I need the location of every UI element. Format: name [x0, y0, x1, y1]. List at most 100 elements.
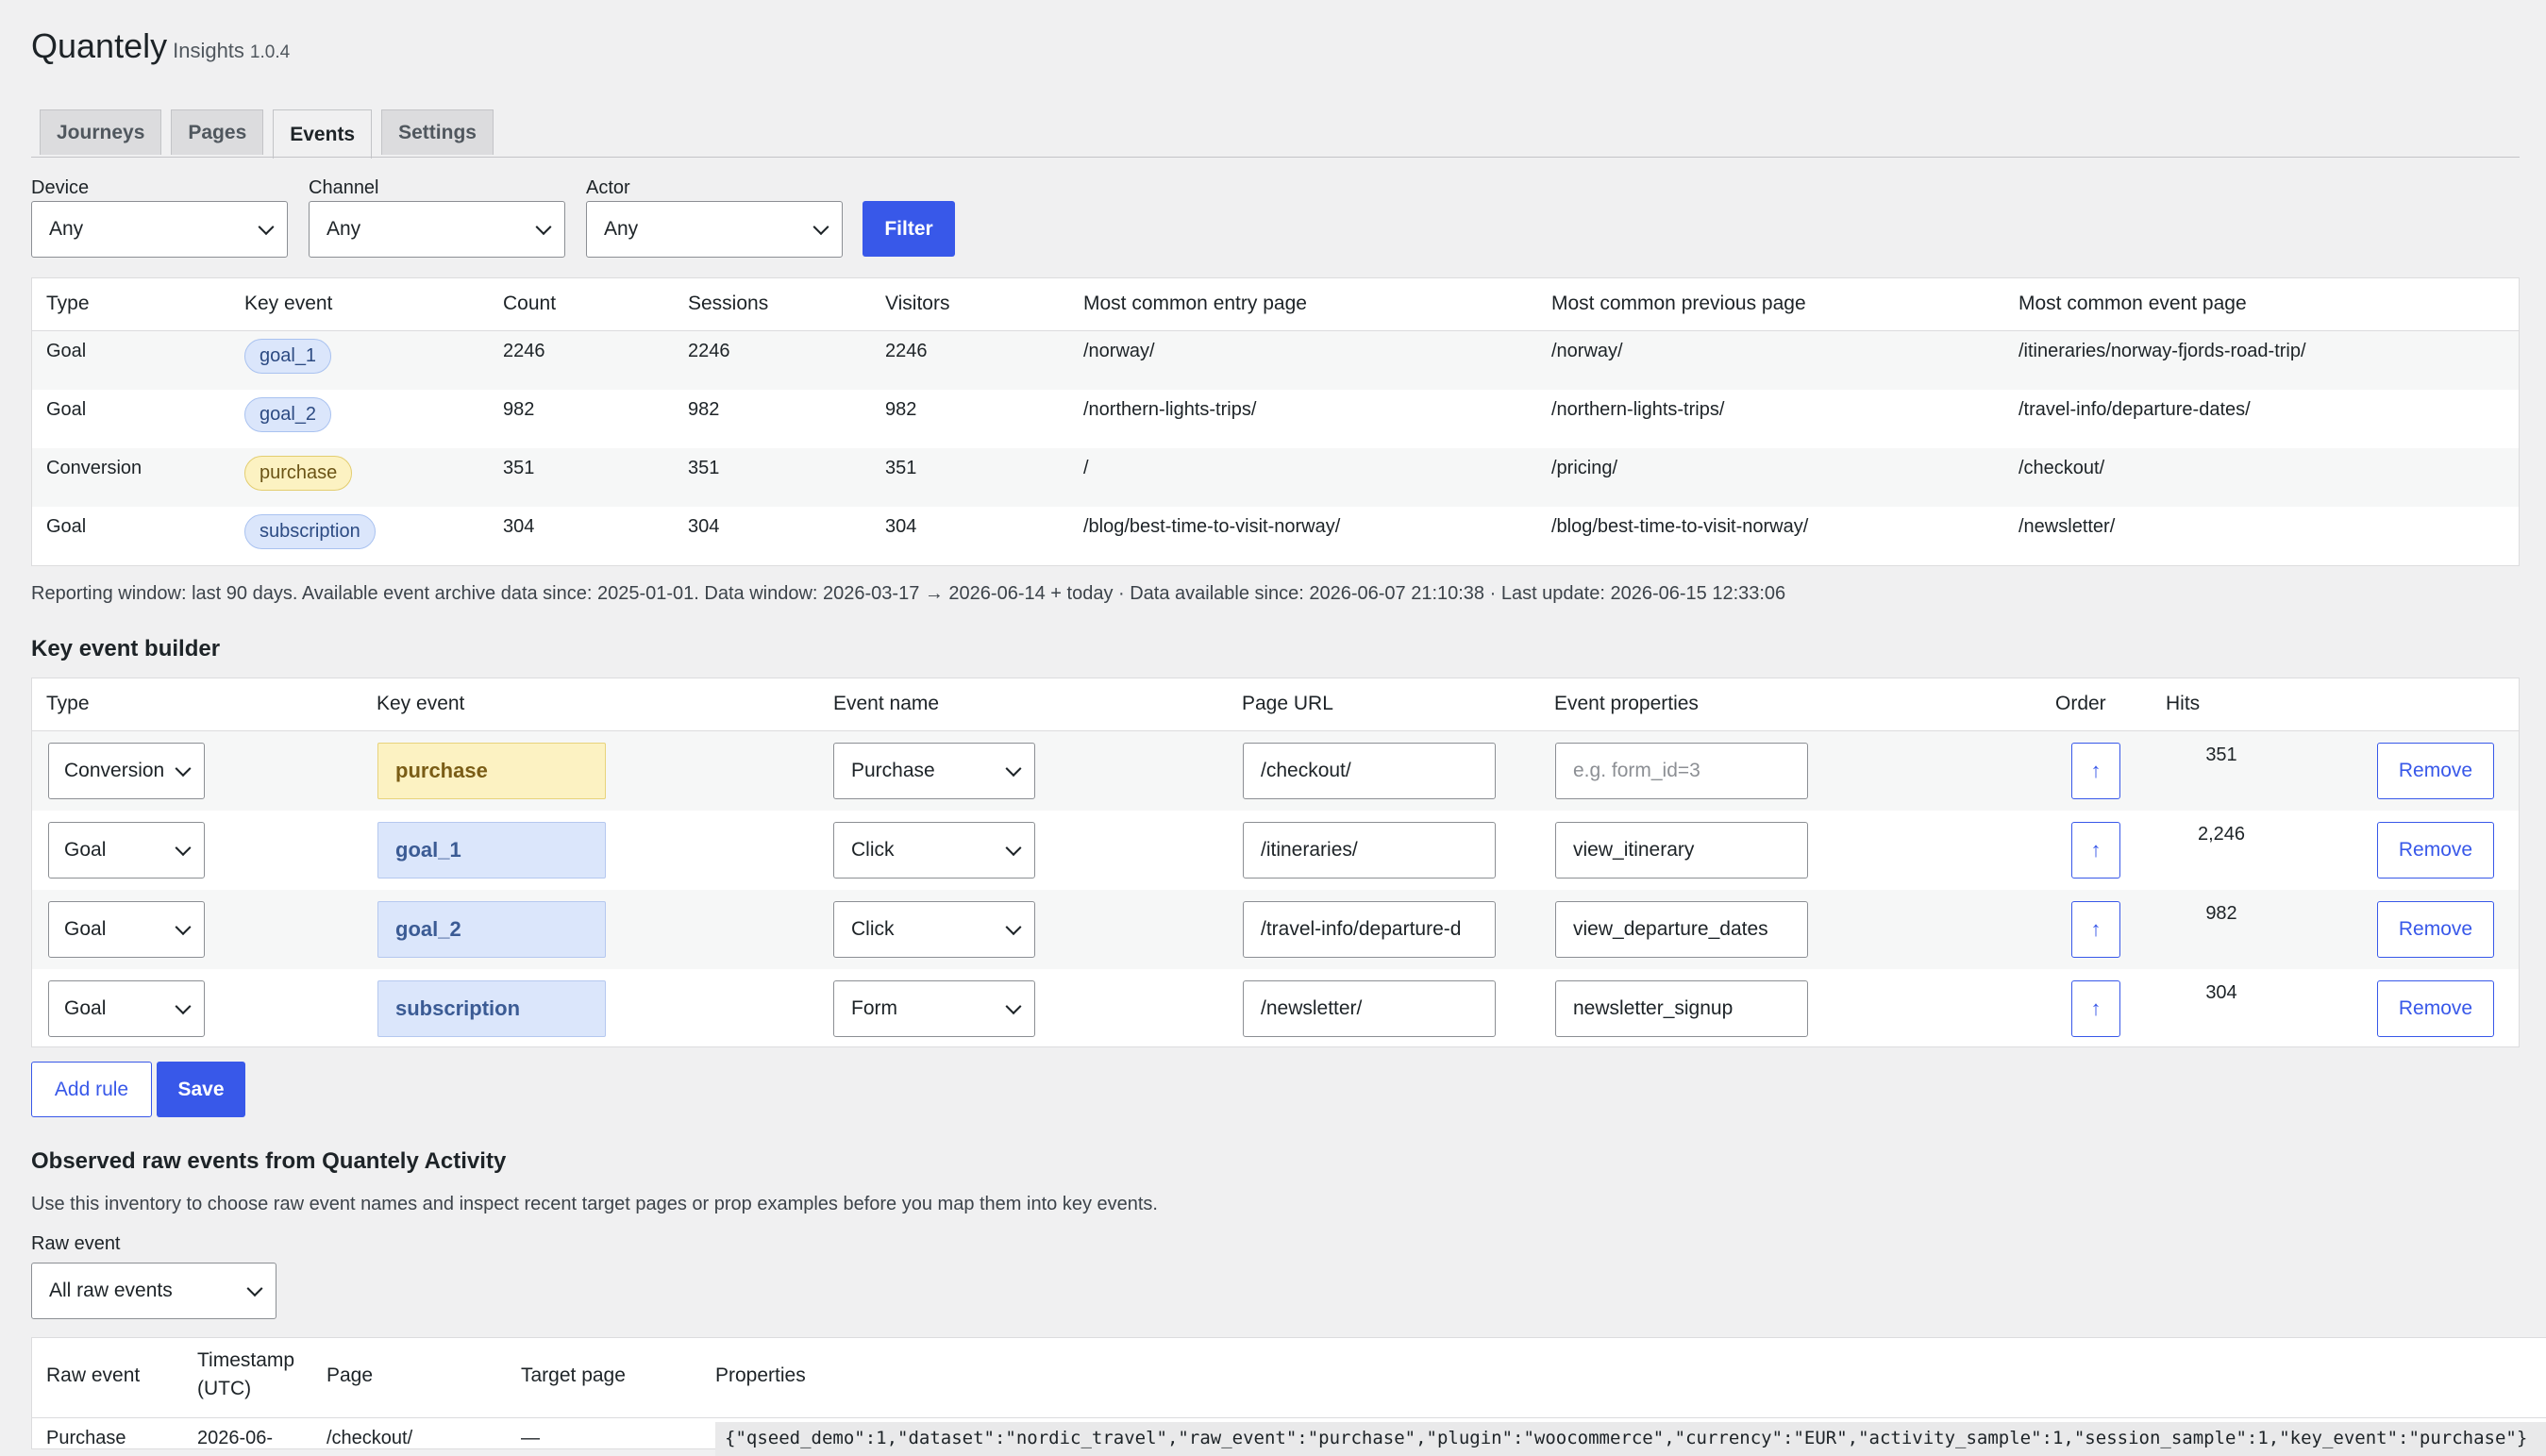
rule-type-select[interactable]: Conversion	[48, 743, 205, 799]
rule-page-url-input[interactable]: /checkout/	[1243, 743, 1496, 799]
row-type: Goal	[46, 399, 87, 420]
remove-rule-button[interactable]: Remove	[2377, 980, 2494, 1037]
arrow-up-icon: ↑	[2090, 759, 2102, 782]
device-select-value: Any	[49, 218, 84, 240]
move-up-button[interactable]: ↑	[2071, 743, 2120, 799]
app-version: 1.0.4	[249, 42, 291, 62]
col-order: Order	[2055, 693, 2106, 714]
rule-hits: 982	[2205, 903, 2237, 924]
rule-event-name-select[interactable]: Purchase	[833, 743, 1035, 799]
rule-type-select[interactable]: Goal	[48, 980, 205, 1037]
raw-event-timestamp: 2026-06-	[197, 1428, 274, 1448]
chevron-down-icon	[535, 219, 552, 236]
filter-button[interactable]: Filter	[863, 201, 955, 257]
remove-rule-button[interactable]: Remove	[2377, 901, 2494, 958]
raw-event-select[interactable]: All raw events	[31, 1263, 276, 1319]
move-up-button[interactable]: ↑	[2071, 980, 2120, 1037]
tab-events[interactable]: Events	[273, 109, 373, 159]
row-sessions: 351	[688, 458, 720, 478]
raw-event-label: Raw event	[31, 1233, 121, 1254]
raw-events-heading: Observed raw events from Quantely Activi…	[31, 1148, 507, 1174]
table-row: Purchase 2026-06- /checkout/ — {"qseed_d…	[32, 1418, 2546, 1456]
col-page-url: Page URL	[1242, 693, 1333, 714]
col-sessions: Sessions	[688, 293, 769, 314]
chevron-down-icon	[1005, 761, 1022, 778]
rule-event-name-select[interactable]: Click	[833, 901, 1035, 958]
rule-page-url-input[interactable]: /travel-info/departure-d	[1243, 901, 1496, 958]
rule-event-properties-input[interactable]: e.g. form_id=3	[1555, 743, 1808, 799]
builder-row: Goal subscription Form /newsletter/ news…	[32, 969, 2519, 1048]
col-key-event: Key event	[244, 293, 333, 314]
rule-event-properties-input[interactable]: view_itinerary	[1555, 822, 1808, 879]
row-visitors: 351	[885, 458, 917, 478]
builder-row: Goal goal_2 Click /travel-info/departure…	[32, 890, 2519, 969]
row-sessions: 304	[688, 516, 720, 537]
key-event-badge: purchase	[244, 456, 353, 491]
builder-row: Goal goal_1 Click /itineraries/ view_iti…	[32, 811, 2519, 890]
rule-event-properties-input[interactable]: view_departure_dates	[1555, 901, 1808, 958]
rule-event-name-value: Click	[851, 839, 895, 861]
raw-event-properties: {"qseed_demo":1,"dataset":"nordic_travel…	[715, 1422, 2546, 1456]
rule-hits: 2,246	[2197, 824, 2246, 845]
row-event-page: /travel-info/departure-dates/	[2018, 399, 2251, 420]
row-type: Goal	[46, 341, 87, 361]
chevron-down-icon	[812, 219, 829, 236]
chevron-down-icon	[246, 1280, 263, 1297]
add-rule-button[interactable]: Add rule	[31, 1062, 152, 1117]
move-up-button[interactable]: ↑	[2071, 822, 2120, 879]
row-sessions: 2246	[688, 341, 730, 361]
rule-type-value: Goal	[64, 997, 107, 1019]
builder-table-header: Type Key event Event name Page URL Event…	[32, 678, 2519, 731]
col-timestamp: Timestamp	[197, 1349, 295, 1371]
raw-event-name: Purchase	[46, 1428, 126, 1448]
move-up-button[interactable]: ↑	[2071, 901, 2120, 958]
rule-event-name-select[interactable]: Click	[833, 822, 1035, 879]
row-count: 351	[503, 458, 535, 478]
builder-table: Type Key event Event name Page URL Event…	[31, 678, 2520, 1047]
rule-page-url-input[interactable]: /itineraries/	[1243, 822, 1496, 879]
row-visitors: 2246	[885, 341, 928, 361]
col-event-name: Event name	[833, 693, 940, 714]
save-button[interactable]: Save	[157, 1062, 245, 1117]
row-entry-page: /norway/	[1083, 341, 1155, 361]
events-table-header: Type Key event Count Sessions Visitors M…	[32, 278, 2519, 331]
col-type: Type	[46, 693, 90, 714]
rule-event-name-select[interactable]: Form	[833, 980, 1035, 1037]
col-event-page: Most common event page	[2018, 293, 2247, 314]
chevron-down-icon	[258, 219, 275, 236]
channel-select[interactable]: Any	[309, 201, 565, 258]
row-previous-page: /northern-lights-trips/	[1551, 399, 1725, 420]
tab-pages[interactable]: Pages	[171, 109, 264, 155]
rule-hits: 351	[2205, 745, 2237, 765]
col-timestamp-utc: (UTC)	[197, 1378, 252, 1399]
tab-journeys[interactable]: Journeys	[40, 109, 162, 155]
builder-heading: Key event builder	[31, 636, 221, 661]
remove-rule-button[interactable]: Remove	[2377, 743, 2494, 799]
rule-type-select[interactable]: Goal	[48, 822, 205, 879]
builder-row: Conversion purchase Purchase /checkout/ …	[32, 731, 2519, 811]
row-sessions: 982	[688, 399, 720, 420]
remove-rule-button[interactable]: Remove	[2377, 822, 2494, 879]
app-subtitle: Insights	[173, 39, 244, 62]
rule-key-event[interactable]: goal_1	[377, 822, 606, 879]
row-entry-page: /blog/best-time-to-visit-norway/	[1083, 516, 1341, 537]
row-previous-page: /blog/best-time-to-visit-norway/	[1551, 516, 1809, 537]
device-select[interactable]: Any	[31, 201, 288, 258]
table-row: Goal subscription 304 304 304 /blog/best…	[32, 507, 2519, 565]
rule-event-name-value: Form	[851, 997, 897, 1019]
rule-key-event[interactable]: purchase	[377, 743, 606, 799]
row-visitors: 982	[885, 399, 917, 420]
tab-settings[interactable]: Settings	[381, 109, 494, 155]
raw-events-table: Raw event Timestamp (UTC) Page Target pa…	[31, 1337, 2546, 1456]
rule-type-select[interactable]: Goal	[48, 901, 205, 958]
raw-events-description: Use this inventory to choose raw event n…	[31, 1194, 1158, 1214]
rule-event-properties-input[interactable]: newsletter_signup	[1555, 980, 1808, 1037]
channel-label: Channel	[309, 177, 379, 198]
chevron-down-icon	[1005, 998, 1022, 1015]
rule-key-event[interactable]: goal_2	[377, 901, 606, 958]
chevron-down-icon	[175, 761, 192, 778]
rule-page-url-input[interactable]: /newsletter/	[1243, 980, 1496, 1037]
rule-key-event[interactable]: subscription	[377, 980, 606, 1037]
col-properties: Properties	[715, 1364, 806, 1386]
actor-select[interactable]: Any	[586, 201, 843, 258]
